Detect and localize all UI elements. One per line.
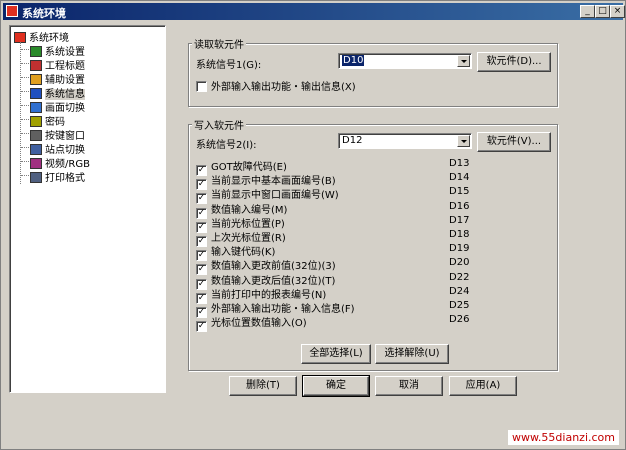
title-bar: 系统环境 _ □ ×: [3, 3, 625, 20]
device-address: D15: [449, 186, 470, 198]
tree-connector: [21, 77, 29, 78]
write-signal-label: 系统信号2(I):: [196, 140, 257, 151]
aux-settings-icon: [30, 74, 42, 85]
device-address: D24: [449, 285, 470, 297]
tree-item[interactable]: 视频/RGB: [30, 155, 90, 170]
apply-button[interactable]: 应用(A): [449, 376, 517, 396]
deselect-button[interactable]: 选择解除(U): [375, 344, 449, 364]
tree-connector: [21, 175, 29, 176]
tree-item[interactable]: 按键窗口: [30, 127, 85, 142]
write-signal-select[interactable]: D12: [338, 133, 472, 149]
read-signal-label: 系统信号1(G):: [196, 60, 262, 71]
close-button[interactable]: ×: [610, 5, 625, 18]
print-format-icon: [30, 172, 42, 183]
write-item-checkbox[interactable]: ✓ 数值输入编号(M): [196, 201, 287, 219]
tree-item[interactable]: 密码: [30, 113, 65, 128]
write-device-button[interactable]: 软元件(V)...: [477, 132, 551, 152]
settings-tree: 系统环境 系统设置 工程标题 辅助设置 系统信息 画面切换 密码 按键窗口 站点切换 视频/RG…: [9, 25, 166, 393]
tree-item[interactable]: 系统信息: [30, 85, 85, 100]
write-item-checkbox[interactable]: ✓ 外部输入输出功能・输入信息(F): [196, 300, 355, 318]
project-title-icon: [30, 60, 42, 71]
tree-item[interactable]: 辅助设置: [30, 71, 85, 86]
device-address: D20: [449, 257, 470, 269]
write-signal-value: D12: [342, 135, 363, 146]
maximize-button[interactable]: □: [595, 5, 610, 18]
app-icon: [6, 5, 18, 17]
window-title: 系统环境: [22, 7, 66, 20]
tree-item[interactable]: 站点切换: [30, 141, 85, 156]
device-address: D14: [449, 172, 470, 184]
write-item-checkbox[interactable]: ✓ 当前显示中窗口画面编号(W): [196, 186, 339, 205]
minimize-button[interactable]: _: [580, 5, 595, 18]
tree-item[interactable]: 画面切换: [30, 99, 85, 114]
system-settings-icon: [30, 46, 42, 57]
tree-connector: [21, 161, 29, 162]
write-item-checkbox[interactable]: ✓ 当前显示中基本画面编号(B): [196, 172, 336, 191]
write-item-checkbox[interactable]: ✓ 当前光标位置(P): [196, 215, 285, 233]
select-all-button[interactable]: 全部选择(L): [301, 344, 371, 364]
video-rgb-icon: [30, 158, 42, 169]
write-device-group-title: 写入软元件: [192, 117, 246, 132]
screen-switch-icon: [30, 102, 42, 113]
write-item-checkbox[interactable]: ✓ 光标位置数值输入(O): [196, 314, 307, 333]
device-address: D16: [449, 200, 470, 212]
device-address: D26: [449, 314, 470, 326]
read-signal-select[interactable]: D10: [338, 53, 472, 69]
device-address: D25: [449, 300, 470, 311]
chevron-down-icon[interactable]: [457, 135, 470, 147]
system-info-icon: [30, 88, 42, 99]
system-environment-window: 系统环境 _ □ × 系统环境 系统设置 工程标题 辅助设置 系统信息 画面切换 密码 按键…: [0, 0, 626, 450]
tree-connector: [21, 63, 29, 64]
read-device-button[interactable]: 软元件(D)...: [477, 52, 551, 72]
write-item-checkbox[interactable]: ✓ GOT故障代码(E): [196, 158, 287, 176]
station-switch-icon: [30, 144, 42, 155]
tree-item[interactable]: 系统设置: [30, 43, 85, 58]
tree-root[interactable]: 系统环境: [14, 29, 69, 44]
write-item-checkbox[interactable]: ✓ 上次光标位置(R): [196, 229, 286, 247]
checkbox-box[interactable]: ✓: [196, 321, 207, 333]
write-item-checkbox[interactable]: ✓ 数值输入更改前值(32位)(3): [196, 257, 336, 276]
tree-connector: [21, 49, 29, 50]
tree-item[interactable]: 打印格式: [30, 169, 85, 184]
device-address: D22: [449, 271, 470, 283]
write-item-checkbox[interactable]: ✓ 输入键代码(K): [196, 243, 275, 262]
watermark: www.55dianzi.com: [507, 430, 619, 445]
key-icon: [30, 116, 42, 127]
tree-connector: [21, 91, 29, 92]
read-signal-value: D10: [342, 55, 365, 66]
tree-connector: [21, 147, 29, 148]
delete-button[interactable]: 删除(T): [229, 376, 297, 396]
device-address: D18: [449, 229, 470, 240]
tree-connector: [21, 119, 29, 120]
tree-item[interactable]: 工程标题: [30, 57, 85, 72]
tree-connector: [21, 105, 29, 106]
checkbox-label: 光标位置数值输入(O): [211, 318, 307, 330]
checkbox-label: 外部输入输出功能・输出信息(X): [211, 82, 356, 93]
read-device-group-title: 读取软元件: [192, 36, 246, 51]
device-address: D13: [449, 158, 470, 169]
chevron-down-icon[interactable]: [457, 55, 470, 67]
device-address: D19: [449, 243, 470, 255]
tree-connector: [21, 133, 29, 134]
cancel-button[interactable]: 取消: [375, 376, 443, 396]
write-item-checkbox[interactable]: ✓ 当前打印中的报表编号(N): [196, 286, 326, 304]
device-address: D17: [449, 214, 470, 226]
checkbox-box[interactable]: [196, 81, 207, 92]
tree-item-label: 打印格式: [45, 173, 85, 184]
read-external-io-checkbox[interactable]: 外部输入输出功能・输出信息(X): [196, 78, 356, 93]
key-window-icon: [30, 130, 42, 141]
write-item-checkbox[interactable]: ✓ 数值输入更改后值(32位)(T): [196, 272, 335, 290]
ok-button[interactable]: 确定: [302, 375, 370, 397]
